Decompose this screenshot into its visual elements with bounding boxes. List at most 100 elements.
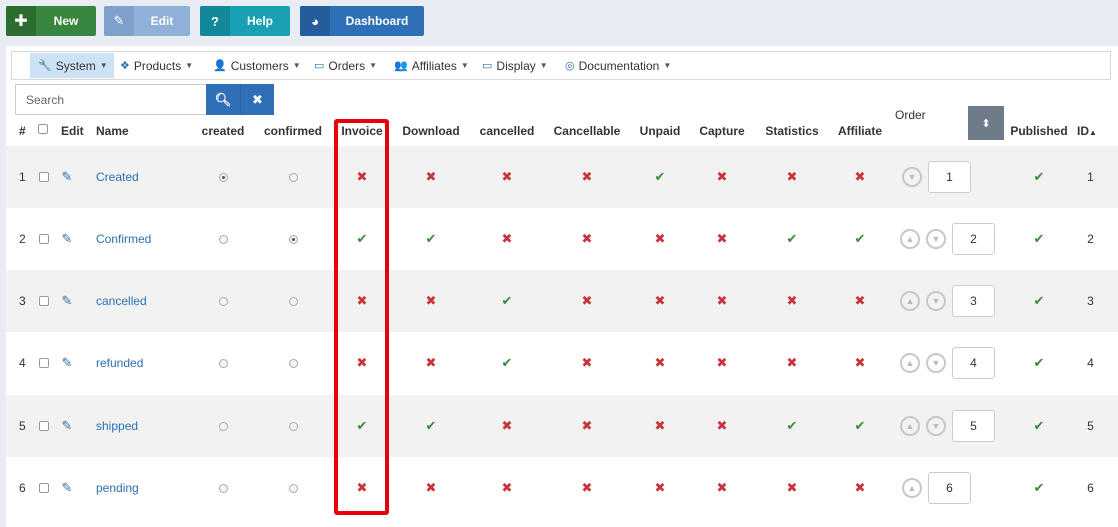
check-icon[interactable]: ✔ xyxy=(426,418,437,434)
cross-icon[interactable]: ✖ xyxy=(855,480,866,496)
confirmed-radio[interactable] xyxy=(288,172,298,182)
check-icon[interactable]: ✔ xyxy=(357,231,368,247)
cross-icon[interactable]: ✖ xyxy=(655,231,666,247)
status-name-link[interactable]: shipped xyxy=(96,419,138,433)
clear-search-button[interactable]: ✖ xyxy=(240,84,274,115)
search-input[interactable] xyxy=(15,84,206,115)
cross-icon[interactable]: ✖ xyxy=(426,480,437,496)
col-header-download[interactable]: Download xyxy=(396,124,466,138)
check-icon[interactable]: ✔ xyxy=(787,231,798,247)
move-down-icon[interactable]: ▼ xyxy=(926,229,946,249)
save-order-button[interactable]: ⬍ xyxy=(968,106,1004,140)
pencil-icon[interactable]: ✎ xyxy=(62,169,73,185)
menu-orders[interactable]: ▭ Orders ▼ xyxy=(314,53,377,78)
move-up-icon[interactable]: ▲ xyxy=(900,229,920,249)
cross-icon[interactable]: ✖ xyxy=(357,169,368,185)
check-icon[interactable]: ✔ xyxy=(502,355,513,371)
move-down-icon[interactable]: ▼ xyxy=(926,291,946,311)
status-name-link[interactable]: Confirmed xyxy=(96,232,151,246)
col-header-invoice[interactable]: Invoice xyxy=(335,124,389,138)
col-header-created[interactable]: created xyxy=(188,124,258,138)
cross-icon[interactable]: ✖ xyxy=(855,355,866,371)
cross-icon[interactable]: ✖ xyxy=(502,231,513,247)
cross-icon[interactable]: ✖ xyxy=(855,293,866,309)
cross-icon[interactable]: ✖ xyxy=(655,355,666,371)
cross-icon[interactable]: ✖ xyxy=(357,293,368,309)
col-header-cancellable[interactable]: Cancellable xyxy=(548,124,626,138)
pencil-icon[interactable]: ✎ xyxy=(62,355,73,371)
move-down-icon[interactable]: ▼ xyxy=(926,416,946,436)
cross-icon[interactable]: ✖ xyxy=(426,169,437,185)
cross-icon[interactable]: ✖ xyxy=(502,418,513,434)
cross-icon[interactable]: ✖ xyxy=(502,169,513,185)
order-input[interactable] xyxy=(928,161,971,193)
check-icon[interactable]: ✔ xyxy=(502,293,513,309)
row-checkbox[interactable] xyxy=(39,358,49,368)
menu-products[interactable]: ❖ Products ▼ xyxy=(120,53,193,78)
menu-affiliates[interactable]: 👥 Affiliates ▼ xyxy=(394,53,469,78)
created-radio[interactable] xyxy=(218,421,228,431)
confirmed-radio[interactable] xyxy=(288,483,298,493)
move-up-icon[interactable]: ▲ xyxy=(900,353,920,373)
move-down-icon[interactable]: ▼ xyxy=(902,167,922,187)
menu-system[interactable]: 🔧 System ▼ xyxy=(30,53,114,78)
move-up-icon[interactable]: ▲ xyxy=(900,416,920,436)
cross-icon[interactable]: ✖ xyxy=(787,480,798,496)
published-check-icon[interactable]: ✔ xyxy=(1034,231,1045,247)
created-radio[interactable] xyxy=(218,234,228,244)
check-icon[interactable]: ✔ xyxy=(357,418,368,434)
created-radio[interactable] xyxy=(218,483,228,493)
confirmed-radio[interactable] xyxy=(288,358,298,368)
order-input[interactable] xyxy=(952,223,995,255)
dashboard-button[interactable]: ◕ Dashboard xyxy=(300,6,424,36)
search-button[interactable]: 🔍︎ xyxy=(206,84,240,115)
published-check-icon[interactable]: ✔ xyxy=(1034,169,1045,185)
pencil-icon[interactable]: ✎ xyxy=(62,418,73,434)
col-header-capture[interactable]: Capture xyxy=(692,124,752,138)
cross-icon[interactable]: ✖ xyxy=(855,169,866,185)
published-check-icon[interactable]: ✔ xyxy=(1034,355,1045,371)
order-input[interactable] xyxy=(952,285,995,317)
move-up-icon[interactable]: ▲ xyxy=(900,291,920,311)
col-header-published[interactable]: Published xyxy=(1009,124,1069,138)
status-name-link[interactable]: pending xyxy=(96,481,139,495)
checkbox[interactable] xyxy=(38,124,48,134)
col-header-statistics[interactable]: Statistics xyxy=(756,124,828,138)
status-name-link[interactable]: refunded xyxy=(96,356,143,370)
menu-display[interactable]: ▭ Display ▼ xyxy=(482,53,548,78)
pencil-icon[interactable]: ✎ xyxy=(62,480,73,496)
confirmed-radio[interactable] xyxy=(288,421,298,431)
created-radio[interactable] xyxy=(218,358,228,368)
new-button[interactable]: ✚ New xyxy=(6,6,96,36)
row-checkbox[interactable] xyxy=(39,483,49,493)
cross-icon[interactable]: ✖ xyxy=(655,293,666,309)
cross-icon[interactable]: ✖ xyxy=(655,418,666,434)
move-up-icon[interactable]: ▲ xyxy=(902,478,922,498)
published-check-icon[interactable]: ✔ xyxy=(1034,293,1045,309)
published-check-icon[interactable]: ✔ xyxy=(1034,418,1045,434)
cross-icon[interactable]: ✖ xyxy=(357,355,368,371)
cross-icon[interactable]: ✖ xyxy=(582,293,593,309)
check-icon[interactable]: ✔ xyxy=(426,231,437,247)
created-radio[interactable] xyxy=(218,296,228,306)
cross-icon[interactable]: ✖ xyxy=(582,169,593,185)
col-header-unpaid[interactable]: Unpaid xyxy=(630,124,690,138)
order-input[interactable] xyxy=(928,472,971,504)
order-input[interactable] xyxy=(952,347,995,379)
col-header-cancelled[interactable]: cancelled xyxy=(472,124,542,138)
confirmed-radio[interactable] xyxy=(288,234,298,244)
check-icon[interactable]: ✔ xyxy=(787,418,798,434)
pencil-icon[interactable]: ✎ xyxy=(62,293,73,309)
col-header-confirmed[interactable]: confirmed xyxy=(258,124,328,138)
cross-icon[interactable]: ✖ xyxy=(502,480,513,496)
check-icon[interactable]: ✔ xyxy=(855,231,866,247)
row-checkbox[interactable] xyxy=(39,296,49,306)
cross-icon[interactable]: ✖ xyxy=(717,480,728,496)
status-name-link[interactable]: Created xyxy=(96,170,139,184)
cross-icon[interactable]: ✖ xyxy=(582,231,593,247)
col-header-affiliate[interactable]: Affiliate xyxy=(830,124,890,138)
status-name-link[interactable]: cancelled xyxy=(96,294,147,308)
edit-button[interactable]: ✎ Edit xyxy=(104,6,190,36)
col-header-name[interactable]: Name xyxy=(96,124,129,138)
move-down-icon[interactable]: ▼ xyxy=(926,353,946,373)
